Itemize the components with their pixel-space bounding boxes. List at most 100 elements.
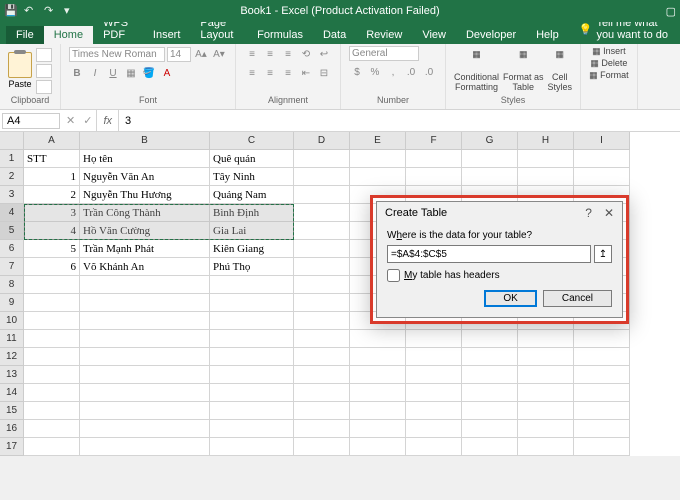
close-icon[interactable]: ✕ [604,206,614,220]
column-header[interactable]: G [462,132,518,150]
cell[interactable] [294,420,350,438]
cell[interactable] [80,366,210,384]
cell[interactable] [406,384,462,402]
cell[interactable] [350,438,406,456]
underline-button[interactable]: U [105,65,121,81]
cell[interactable] [350,366,406,384]
cell[interactable] [294,258,350,276]
tab-help[interactable]: Help [526,26,569,44]
insert-cells-button[interactable]: ▦ Insert [592,46,626,57]
cell[interactable] [294,348,350,366]
row-header[interactable]: 1 [0,150,24,168]
wrap-text-button[interactable]: ↩ [316,46,332,62]
cell[interactable] [462,366,518,384]
cell[interactable] [518,384,574,402]
qat-dropdown-icon[interactable]: ▾ [64,4,78,18]
cell[interactable] [210,366,294,384]
cell[interactable] [294,276,350,294]
cell[interactable]: Bình Định [210,204,294,222]
cell[interactable]: STT [24,150,80,168]
merge-button[interactable]: ⊟ [316,65,332,81]
border-button[interactable]: ▦ [123,65,139,81]
cell[interactable] [462,150,518,168]
cut-button[interactable] [36,48,52,62]
cell[interactable] [294,168,350,186]
cell[interactable] [80,312,210,330]
headers-checkbox[interactable] [387,269,400,282]
cell[interactable] [24,366,80,384]
cell[interactable] [210,384,294,402]
cell[interactable]: Võ Khánh An [80,258,210,276]
comma-button[interactable]: , [385,64,401,80]
cell[interactable] [294,366,350,384]
cancel-icon[interactable]: ✕ [62,114,79,127]
help-icon[interactable]: ? [585,206,592,220]
cell[interactable] [406,348,462,366]
increase-decimal-button[interactable]: .0 [403,64,419,80]
align-middle-button[interactable]: ≡ [262,46,278,62]
decrease-decimal-button[interactable]: .0 [421,64,437,80]
tab-formulas[interactable]: Formulas [247,26,313,44]
cell[interactable]: Trần Mạnh Phát [80,240,210,258]
cell[interactable] [294,222,350,240]
cell[interactable] [462,168,518,186]
cell[interactable] [80,384,210,402]
cell[interactable] [24,384,80,402]
tab-review[interactable]: Review [356,26,412,44]
cancel-button[interactable]: Cancel [543,290,612,307]
cell[interactable]: Phú Thọ [210,258,294,276]
percent-button[interactable]: % [367,64,383,80]
cell[interactable] [574,168,630,186]
tab-file[interactable]: File [6,26,44,44]
cell[interactable] [294,240,350,258]
cell[interactable] [462,330,518,348]
tab-view[interactable]: View [412,26,456,44]
cell[interactable] [210,294,294,312]
column-header[interactable]: D [294,132,350,150]
format-painter-button[interactable] [36,80,52,94]
cell[interactable] [294,384,350,402]
cell[interactable] [210,402,294,420]
align-center-button[interactable]: ≡ [262,65,278,81]
cell[interactable] [294,150,350,168]
row-header[interactable]: 7 [0,258,24,276]
cell[interactable]: Nguyễn Văn An [80,168,210,186]
cell[interactable]: Kiên Giang [210,240,294,258]
cell[interactable] [462,420,518,438]
cell[interactable]: 3 [24,204,80,222]
cell[interactable]: 4 [24,222,80,240]
cell[interactable] [350,348,406,366]
table-range-input[interactable] [387,245,591,263]
fill-color-button[interactable]: 🪣 [141,65,157,81]
cell[interactable] [294,312,350,330]
tab-data[interactable]: Data [313,26,356,44]
cell[interactable]: 5 [24,240,80,258]
cell[interactable] [294,402,350,420]
cell[interactable] [350,402,406,420]
cell[interactable] [518,366,574,384]
cell[interactable] [294,186,350,204]
row-header[interactable]: 12 [0,348,24,366]
align-right-button[interactable]: ≡ [280,65,296,81]
cell[interactable] [462,402,518,420]
cell[interactable] [406,438,462,456]
formula-bar[interactable]: 3 [119,115,680,127]
cell[interactable]: 1 [24,168,80,186]
column-header[interactable]: F [406,132,462,150]
row-header[interactable]: 11 [0,330,24,348]
cell[interactable] [406,420,462,438]
cell[interactable] [518,168,574,186]
cell[interactable] [80,420,210,438]
ok-button[interactable]: OK [484,290,536,307]
fx-icon[interactable]: fx [96,110,119,131]
cell[interactable] [294,330,350,348]
bold-button[interactable]: B [69,65,85,81]
cell[interactable] [210,420,294,438]
cell[interactable] [518,402,574,420]
increase-font-button[interactable]: A▴ [193,46,209,62]
italic-button[interactable]: I [87,65,103,81]
font-size-select[interactable] [167,47,191,62]
cell[interactable]: Họ tên [80,150,210,168]
cell[interactable] [24,312,80,330]
cell[interactable] [80,402,210,420]
